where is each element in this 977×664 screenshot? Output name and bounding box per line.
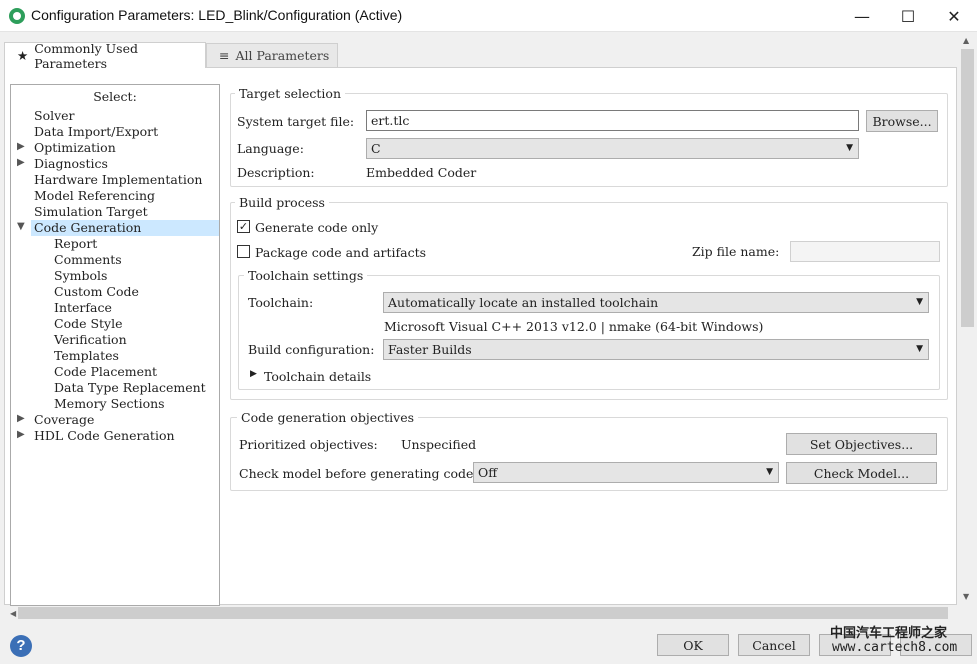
check-model-value: Off — [478, 465, 498, 480]
maximize-button[interactable]: ☐ — [885, 0, 931, 32]
vertical-scroll-thumb[interactable] — [961, 49, 974, 327]
language-select[interactable]: C ▼ — [366, 138, 859, 159]
tree-item[interactable]: Code Generation — [34, 220, 141, 236]
tree-item[interactable]: Model Referencing — [34, 188, 155, 204]
dropdown-arrow-icon: ▼ — [916, 297, 923, 307]
tree-item[interactable]: Simulation Target — [34, 204, 148, 220]
tab-label: Commonly Used Parameters — [34, 40, 138, 71]
tree-item[interactable]: Data Type Replacement — [54, 380, 206, 396]
tree-item[interactable]: Diagnostics — [34, 156, 108, 172]
prioritized-objectives-value: Unspecified — [401, 437, 477, 452]
zip-file-label: Zip file name: — [692, 244, 780, 259]
build-configuration-value: Faster Builds — [388, 342, 472, 357]
generate-code-only-checkbox[interactable]: ✓ — [237, 220, 250, 233]
browse-button[interactable]: Browse... — [866, 110, 938, 132]
set-objectives-button[interactable]: Set Objectives... — [786, 433, 937, 455]
check-model-label: Check model before generating code: — [239, 466, 478, 481]
dropdown-arrow-icon: ▼ — [916, 344, 923, 354]
watermark-line2: www.cartech8.com — [832, 640, 958, 655]
tree-item[interactable]: Verification — [54, 332, 127, 348]
package-code-checkbox[interactable] — [237, 245, 250, 258]
expand-triangle-icon[interactable]: ▶ — [250, 369, 257, 379]
watermark-line1: 中国汽车工程师之家 — [830, 626, 948, 641]
tree-item[interactable]: Report — [54, 236, 97, 252]
tree-item[interactable]: Symbols — [54, 268, 107, 284]
window-title: Configuration Parameters: LED_Blink/Conf… — [31, 7, 403, 23]
zip-file-input[interactable] — [790, 241, 940, 262]
objectives-title: Code generation objectives — [237, 410, 419, 425]
help-icon[interactable]: ? — [10, 635, 32, 657]
build-configuration-select[interactable]: Faster Builds ▼ — [383, 339, 929, 360]
horizontal-scrollbar[interactable]: ◀ — [10, 606, 956, 620]
tab-commonly-used-parameters[interactable]: ★ Commonly Used Parameters — [4, 40, 206, 71]
tree-item[interactable]: Templates — [54, 348, 119, 364]
build-process-title: Build process — [235, 195, 329, 210]
expand-arrow-icon[interactable]: ▶ — [17, 429, 25, 440]
toolchain-label: Toolchain: — [248, 295, 314, 310]
title-bar: Configuration Parameters: LED_Blink/Conf… — [0, 0, 977, 32]
system-target-label: System target file: — [237, 114, 355, 129]
tree-item[interactable]: Coverage — [34, 412, 94, 428]
toolchain-details-toggle[interactable]: Toolchain details — [264, 369, 371, 384]
expand-arrow-icon[interactable]: ▶ — [17, 157, 25, 168]
dropdown-arrow-icon: ▼ — [766, 467, 773, 477]
tree-header: Select: — [93, 89, 137, 104]
target-selection-title: Target selection — [235, 86, 345, 101]
language-value: C — [371, 141, 381, 156]
list-icon: ≡ — [219, 48, 230, 63]
tree-item[interactable]: Hardware Implementation — [34, 172, 202, 188]
toolchain-info: Microsoft Visual C++ 2013 v12.0 | nmake … — [384, 319, 764, 334]
scroll-down-icon[interactable]: ▼ — [963, 592, 969, 601]
close-button[interactable]: ✕ — [931, 0, 977, 32]
description-label: Description: — [237, 165, 315, 180]
tree-item[interactable]: Comments — [54, 252, 122, 268]
vertical-scrollbar[interactable]: ▲ ▼ — [958, 32, 977, 604]
cancel-button[interactable]: Cancel — [738, 634, 810, 656]
build-configuration-label: Build configuration: — [248, 342, 375, 357]
expand-arrow-icon[interactable]: ▶ — [17, 413, 25, 424]
app-icon — [9, 8, 25, 24]
ok-button[interactable]: OK — [657, 634, 729, 656]
category-tree: Select: Solver Data Import/Export ▶ Optimiz… — [10, 84, 220, 606]
tree-item[interactable]: Custom Code — [54, 284, 139, 300]
scroll-up-icon[interactable]: ▲ — [963, 36, 969, 45]
tree-item[interactable]: Optimization — [34, 140, 116, 156]
star-icon: ★ — [17, 48, 29, 63]
tree-item[interactable]: HDL Code Generation — [34, 428, 175, 444]
dropdown-arrow-icon: ▼ — [846, 143, 853, 153]
description-value: Embedded Coder — [366, 165, 477, 180]
tree-item[interactable]: Memory Sections — [54, 396, 165, 412]
tree-item[interactable]: Code Style — [54, 316, 123, 332]
package-code-label: Package code and artifacts — [255, 245, 427, 260]
toolchain-settings-title: Toolchain settings — [244, 268, 368, 283]
prioritized-objectives-label: Prioritized objectives: — [239, 437, 378, 452]
horizontal-scroll-thumb[interactable] — [18, 607, 948, 619]
minimize-button[interactable]: — — [839, 0, 885, 32]
tab-all-parameters[interactable]: ≡ All Parameters — [206, 43, 338, 67]
toolchain-value: Automatically locate an installed toolch… — [388, 295, 659, 310]
language-label: Language: — [237, 141, 304, 156]
tab-label: All Parameters — [235, 48, 330, 63]
scroll-left-icon[interactable]: ◀ — [10, 609, 16, 618]
check-model-button[interactable]: Check Model... — [786, 462, 937, 484]
toolchain-select[interactable]: Automatically locate an installed toolch… — [383, 292, 929, 313]
check-model-select[interactable]: Off ▼ — [473, 462, 779, 483]
tree-item[interactable]: Interface — [54, 300, 112, 316]
system-target-input[interactable]: ert.tlc — [366, 110, 859, 131]
tree-item[interactable]: Code Placement — [54, 364, 157, 380]
expand-arrow-icon[interactable]: ▶ — [17, 141, 25, 152]
generate-code-only-label: Generate code only — [255, 220, 379, 235]
tree-item[interactable]: Data Import/Export — [34, 124, 158, 140]
tree-item[interactable]: Solver — [34, 108, 75, 124]
collapse-arrow-icon[interactable]: ▼ — [17, 221, 25, 232]
watermark: 中国汽车工程师之家 www.cartech8.com — [820, 612, 970, 660]
